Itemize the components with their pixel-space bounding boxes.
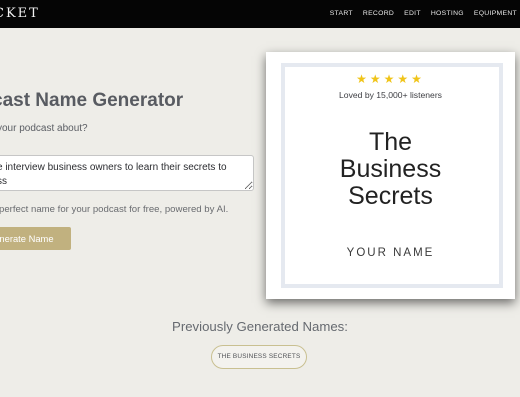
top-navbar: CKET START RECORD EDIT HOSTING EQUIPMENT [0, 0, 520, 28]
cover-title-line: The [368, 128, 413, 156]
star-rating-icon: ★★★★★ [356, 72, 425, 86]
nav-equipment-link[interactable]: EQUIPMENT [474, 10, 517, 17]
generate-name-button[interactable]: nerate Name [0, 227, 71, 250]
page-title: cast Name Generator [0, 90, 184, 111]
previous-names-heading-text: Previously Generated Names: [172, 319, 348, 334]
site-logo[interactable]: CKET [0, 6, 40, 21]
nav-start-link[interactable]: START [330, 10, 353, 17]
podcast-cover-preview: ★★★★★ Loved by 15,000+ listeners The Bus… [266, 52, 515, 299]
podcast-topic-label: your podcast about? [0, 123, 88, 134]
cover-title-line: Secrets [348, 182, 433, 210]
cover-author: YOUR NAME [346, 247, 435, 259]
generated-name-chip[interactable]: THE BUSINESS SECRETS [211, 345, 307, 369]
nav-hosting-link[interactable]: HOSTING [431, 10, 464, 17]
helper-text: e perfect name for your podcast for free… [0, 204, 229, 215]
listener-count: Loved by 15,000+ listeners [339, 90, 442, 100]
podcast-topic-textarea[interactable] [0, 155, 254, 191]
main-nav: START RECORD EDIT HOSTING EQUIPMENT [330, 10, 517, 17]
nav-edit-link[interactable]: EDIT [404, 10, 421, 17]
cover-title: The Business Secrets [266, 129, 515, 210]
cover-title-line: Business [339, 155, 442, 183]
previous-names-heading: Previously Generated Names: [0, 319, 520, 334]
nav-record-link[interactable]: RECORD [363, 10, 394, 17]
